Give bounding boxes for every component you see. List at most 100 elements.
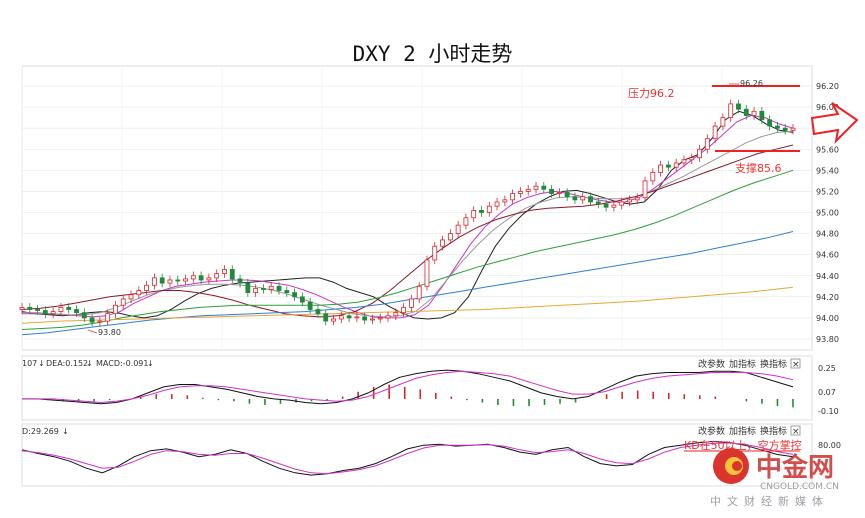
candle-body [728, 103, 734, 119]
kd-arrow-icon: ↓ [62, 427, 69, 436]
watermark-url: CNGOLD.COM.CN [760, 482, 839, 492]
macd-change-params-button[interactable]: 改参数 [698, 358, 725, 370]
kd-close-icon[interactable]: × [792, 427, 800, 437]
candle-body [89, 317, 95, 323]
candle-body [642, 180, 648, 199]
macd-tick-label: 0.25 [818, 364, 836, 373]
moving-average-lines [21, 110, 794, 336]
support-label: 支撑85.6 [735, 161, 782, 175]
kd-annotation: KD在50以上，空方掌控 [684, 438, 802, 452]
candle-body [237, 278, 243, 284]
candle-body [720, 117, 726, 127]
candle-body [549, 188, 554, 194]
price-tick-label: 96.20 [816, 82, 839, 91]
macd-switch-indicator-button[interactable]: 换指标 [760, 358, 787, 370]
candle-body [261, 287, 266, 290]
candle-body [74, 309, 79, 314]
price-tick-label: 94.60 [816, 251, 839, 260]
resistance-label: 压力96.2 [628, 87, 675, 100]
kd-change-params-button[interactable]: 改参数 [698, 425, 725, 437]
candle-body [767, 119, 773, 127]
candle-body [673, 162, 679, 168]
candle-body [159, 277, 165, 284]
moving-average-line [22, 114, 794, 319]
candle-body [432, 245, 438, 261]
kd-axis: 80.00 [818, 441, 841, 450]
watermark: 中金网 CNGOLD.COM.CN 中文财经新媒体 [710, 448, 839, 508]
candle-body [81, 312, 87, 319]
candle-body [790, 127, 796, 131]
kd-line [21, 440, 794, 476]
macd-close-icon[interactable]: × [792, 360, 800, 370]
candle-body [408, 298, 414, 308]
low-price-pointer [87, 329, 98, 334]
candle-body [681, 159, 687, 164]
candle-body [580, 196, 586, 201]
candle-body [479, 209, 484, 213]
macd-add-indicator-button[interactable]: 加指标 [729, 358, 756, 370]
candle-body [183, 278, 188, 282]
candle-body [619, 201, 625, 206]
macd-tick-label: -0.10 [818, 407, 839, 416]
candle-body [50, 311, 56, 315]
kd-add-indicator-button[interactable]: 加指标 [729, 425, 756, 437]
candle-body [27, 306, 33, 310]
candle-body [323, 313, 329, 322]
candle-body [362, 316, 368, 321]
candle-body [144, 284, 150, 291]
candle-body [370, 318, 375, 321]
candle-body [416, 285, 422, 300]
price-tick-label: 95.60 [816, 145, 839, 154]
candle-body [105, 313, 111, 322]
candle-body [42, 310, 48, 315]
macd-value-arrow-icon: ↓ [147, 359, 154, 368]
candle-body [541, 185, 547, 190]
candle-body [689, 157, 695, 161]
candle-body [136, 290, 142, 296]
candle-body [315, 309, 321, 315]
candle-body [346, 315, 352, 319]
candle-body [175, 279, 181, 282]
candle-body [338, 315, 344, 320]
macd-header-dea: DEA:0.152 [46, 359, 88, 368]
macd-panel: 107 ↓ DEA:0.152 ↓ MACD:-0.091 ↓ 改参数 加指标 … [21, 355, 839, 421]
kd-switch-indicator-button[interactable]: 换指标 [760, 425, 787, 437]
macd-arrow-icon: ↓ [38, 359, 45, 368]
candle-body [113, 304, 118, 315]
candle-body [385, 315, 391, 319]
candle-body [284, 290, 290, 294]
candle-body [658, 164, 664, 173]
price-tick-label: 95.20 [816, 187, 839, 196]
candle-body [354, 316, 360, 319]
moving-average-line [21, 169, 794, 330]
candle-body [712, 125, 718, 140]
macd-tick-label: 0.07 [818, 388, 836, 397]
candle-body [58, 306, 64, 312]
watermark-logo-core [732, 461, 742, 471]
candle-body [292, 292, 297, 298]
candle-body [401, 306, 407, 314]
candle-body [510, 193, 516, 201]
candle-body [307, 301, 313, 310]
candle-body [198, 275, 204, 281]
candle-body [128, 294, 134, 300]
candle-body [603, 203, 609, 208]
candle-body [268, 285, 274, 290]
candle-body [471, 209, 477, 219]
candle-body [556, 192, 562, 194]
price-tick-label: 94.40 [816, 272, 839, 281]
candle-body [588, 196, 593, 203]
candle-body [494, 201, 500, 207]
high-price-marker: 96.26 [740, 79, 763, 88]
candle-body [393, 312, 399, 317]
candle-body [377, 317, 383, 320]
kd-lines [21, 440, 794, 476]
candle-body [704, 138, 710, 150]
watermark-tagline: 中文财经新媒体 [710, 494, 829, 508]
candle-body [743, 108, 749, 116]
moving-average-line [21, 110, 794, 320]
candle-body [627, 199, 632, 203]
price-tick-label: 94.00 [816, 314, 839, 323]
low-price-marker: 93.80 [98, 328, 121, 337]
candle-body [782, 127, 788, 131]
